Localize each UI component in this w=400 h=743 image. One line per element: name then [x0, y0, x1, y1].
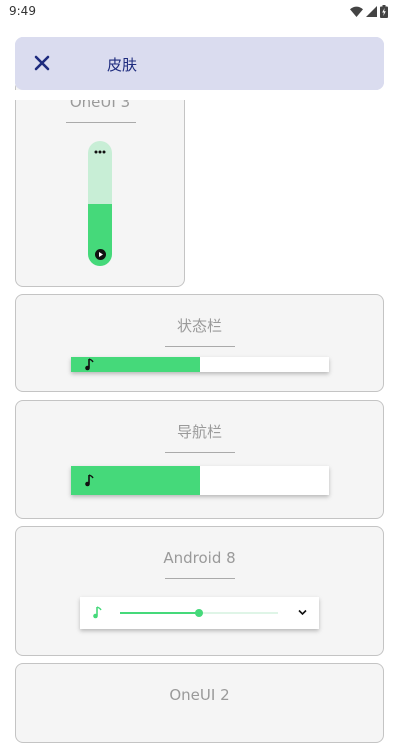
music-note-icon	[85, 358, 94, 371]
skin-card-oneui2[interactable]: OneUI 2	[15, 663, 384, 743]
skin-card-android8[interactable]: Android 8	[15, 526, 384, 656]
title-underline	[66, 122, 136, 123]
page-title-overlay: 皮肤	[107, 56, 138, 74]
app-bar-overlay: 皮肤	[15, 37, 384, 90]
battery-icon	[380, 5, 388, 18]
skin-card-status-bar[interactable]: 状态栏	[15, 294, 384, 392]
status-bar-progress[interactable]	[71, 357, 329, 372]
signal-icon	[366, 6, 377, 17]
android8-volume-panel[interactable]	[80, 597, 319, 629]
skin-title: 状态栏	[176, 317, 222, 335]
scroll-clip	[0, 24, 400, 37]
more-dots-icon[interactable]	[94, 150, 106, 154]
status-bar: 9:49	[0, 0, 400, 24]
play-circle-icon[interactable]	[95, 249, 106, 260]
skin-title: 导航栏	[176, 423, 222, 441]
scroll-clip-below	[0, 90, 400, 100]
close-icon	[34, 55, 50, 71]
title-underline	[165, 578, 235, 579]
status-time: 9:49	[9, 4, 36, 18]
title-underline	[165, 346, 235, 347]
skin-title: Android 8	[163, 549, 236, 567]
nav-bar-progress[interactable]	[71, 466, 329, 495]
volume-slider-thumb[interactable]	[195, 609, 203, 617]
skin-card-nav-bar[interactable]: 导航栏	[15, 400, 384, 519]
skin-title: OneUI 2	[169, 686, 230, 704]
title-underline	[165, 452, 235, 453]
skin-card-oneui3[interactable]: OneUI 3	[15, 80, 185, 287]
close-button-overlay[interactable]	[32, 53, 52, 73]
scroll-clip-appbar-bg-right	[384, 37, 400, 90]
scroll-clip-appbar-bg	[0, 37, 15, 90]
chevron-down-icon[interactable]	[298, 609, 307, 616]
volume-slider-track[interactable]	[120, 609, 278, 617]
wifi-icon	[350, 6, 363, 17]
volume-slider-fill	[120, 612, 199, 614]
status-icons	[350, 5, 388, 18]
music-note-icon	[85, 474, 94, 487]
music-note-icon	[93, 606, 102, 619]
vertical-volume-slider[interactable]	[88, 141, 112, 266]
